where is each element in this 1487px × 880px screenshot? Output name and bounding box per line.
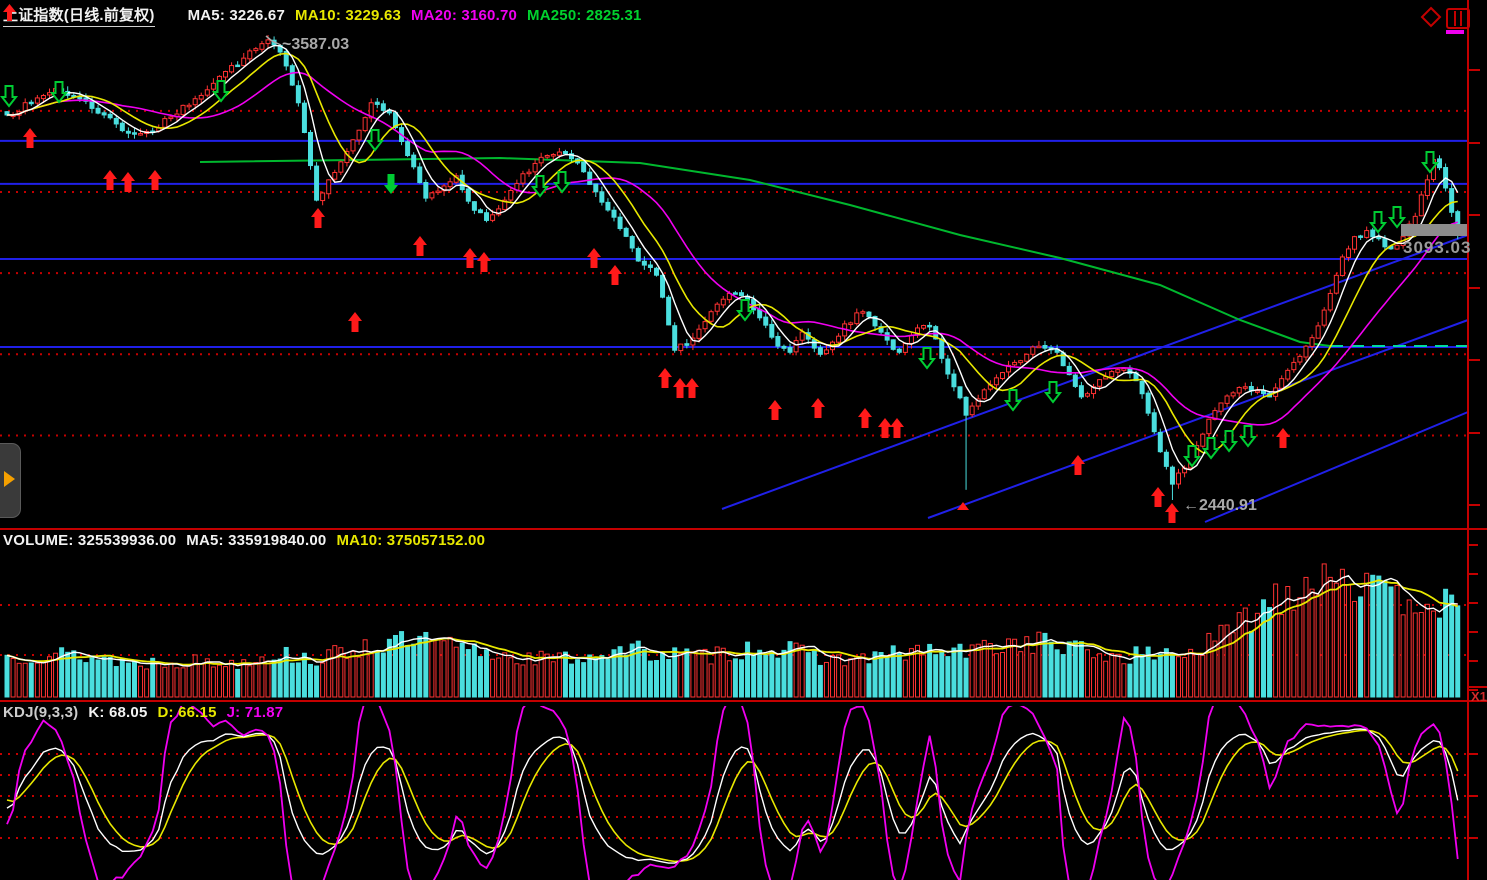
magenta-marker <box>1446 30 1464 34</box>
kdj-d-label: D: 66.15 <box>158 704 217 721</box>
volume-pane[interactable] <box>0 564 1468 697</box>
up-trend-icon <box>165 7 178 24</box>
ma250-legend: MA250: 2825.31 <box>527 7 642 24</box>
symbol-title[interactable]: 上证指数(日线.前复权) <box>3 4 155 27</box>
kdj-pane[interactable] <box>0 694 1468 880</box>
last-price-label: 3093.03 <box>1403 238 1471 258</box>
price-gridlines <box>0 111 1468 436</box>
trough-price-label: ←2440.91 <box>1183 497 1257 515</box>
diamond-icon <box>1422 8 1440 26</box>
ma20-legend: MA20: 3160.70 <box>411 7 517 24</box>
ma5-legend: MA5: 3226.67 <box>188 7 285 24</box>
multi-pane-icon <box>1447 9 1469 28</box>
peak-price-label: ~3587.03 <box>282 36 349 54</box>
kdj-indicator-label[interactable]: KDJ(9,3,3) <box>3 704 78 721</box>
volume-ma10-label: MA10: 375057152.00 <box>336 532 485 549</box>
kdj-j-label: J: 71.87 <box>227 704 284 721</box>
volume-gridlines <box>0 605 1468 655</box>
trading-app-window: 上证指数(日线.前复权) MA5: 3226.67 MA10: 3229.63 … <box>0 0 1487 880</box>
candles-layer <box>5 35 1460 500</box>
main-price-pane[interactable] <box>0 35 1468 523</box>
kdj-gridlines <box>0 754 1468 838</box>
volume-scale-label[interactable]: X1 <box>1471 689 1487 704</box>
sidebar-expand-handle[interactable] <box>0 443 21 518</box>
ma-lines-layer <box>7 46 1458 470</box>
main-chart[interactable] <box>0 0 1487 880</box>
expand-right-icon <box>4 471 15 487</box>
kdj-lines <box>7 694 1458 880</box>
volume-legend: VOLUME: 325539936.00 MA5: 335919840.00 M… <box>3 532 485 549</box>
chart-header-legend: 上证指数(日线.前复权) MA5: 3226.67 MA10: 3229.63 … <box>3 4 642 27</box>
volume-value-label: VOLUME: 325539936.00 <box>3 532 176 549</box>
price-annotations <box>266 36 1468 236</box>
ma10-legend: MA10: 3229.63 <box>295 7 401 24</box>
volume-ma5-label: MA5: 335919840.00 <box>186 532 326 549</box>
buy-sell-signals <box>2 81 1437 523</box>
kdj-k-label: K: 68.05 <box>88 704 147 721</box>
toolbar-icons-svg <box>1422 8 1469 34</box>
volume-bars <box>5 564 1460 697</box>
kdj-legend: KDJ(9,3,3) K: 68.05 D: 66.15 J: 71.87 <box>3 704 283 721</box>
trend-lines[interactable] <box>722 235 1468 522</box>
